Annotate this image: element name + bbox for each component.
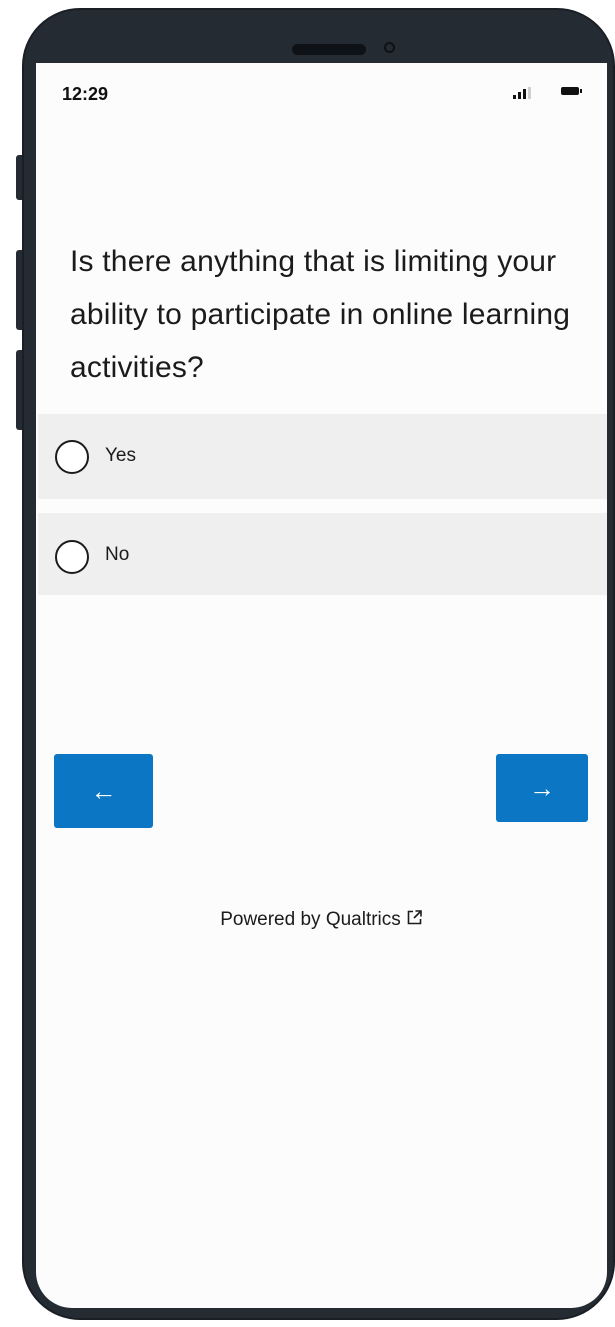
front-camera [384,42,395,53]
speaker-grille [292,44,366,55]
external-link-icon [406,909,423,932]
choice-no[interactable]: No [38,513,607,595]
device-mockup: 12:29 Is there anything that is limiting… [0,0,615,1327]
back-button[interactable]: ← [54,754,153,828]
phone-screen: 12:29 Is there anything that is limiting… [36,63,607,1308]
powered-by-link[interactable]: Powered by Qualtrics [36,909,607,932]
radio-button-no[interactable] [55,540,89,574]
status-time: 12:29 [62,84,109,104]
next-button[interactable]: → [496,754,588,822]
cellular-signal-icon [513,87,533,99]
battery-icon [561,87,582,95]
arrow-right-icon: → [529,772,555,803]
status-bar: 12:29 [36,63,607,121]
arrow-left-icon: ← [90,775,117,806]
choice-yes[interactable]: Yes [38,414,607,499]
question-text: Is there anything that is limiting your … [70,245,571,384]
powered-by-text: Powered by Qualtrics [220,909,401,930]
choice-label-no: No [105,544,130,565]
choice-label-yes: Yes [105,445,136,466]
radio-button-yes[interactable] [55,440,89,474]
